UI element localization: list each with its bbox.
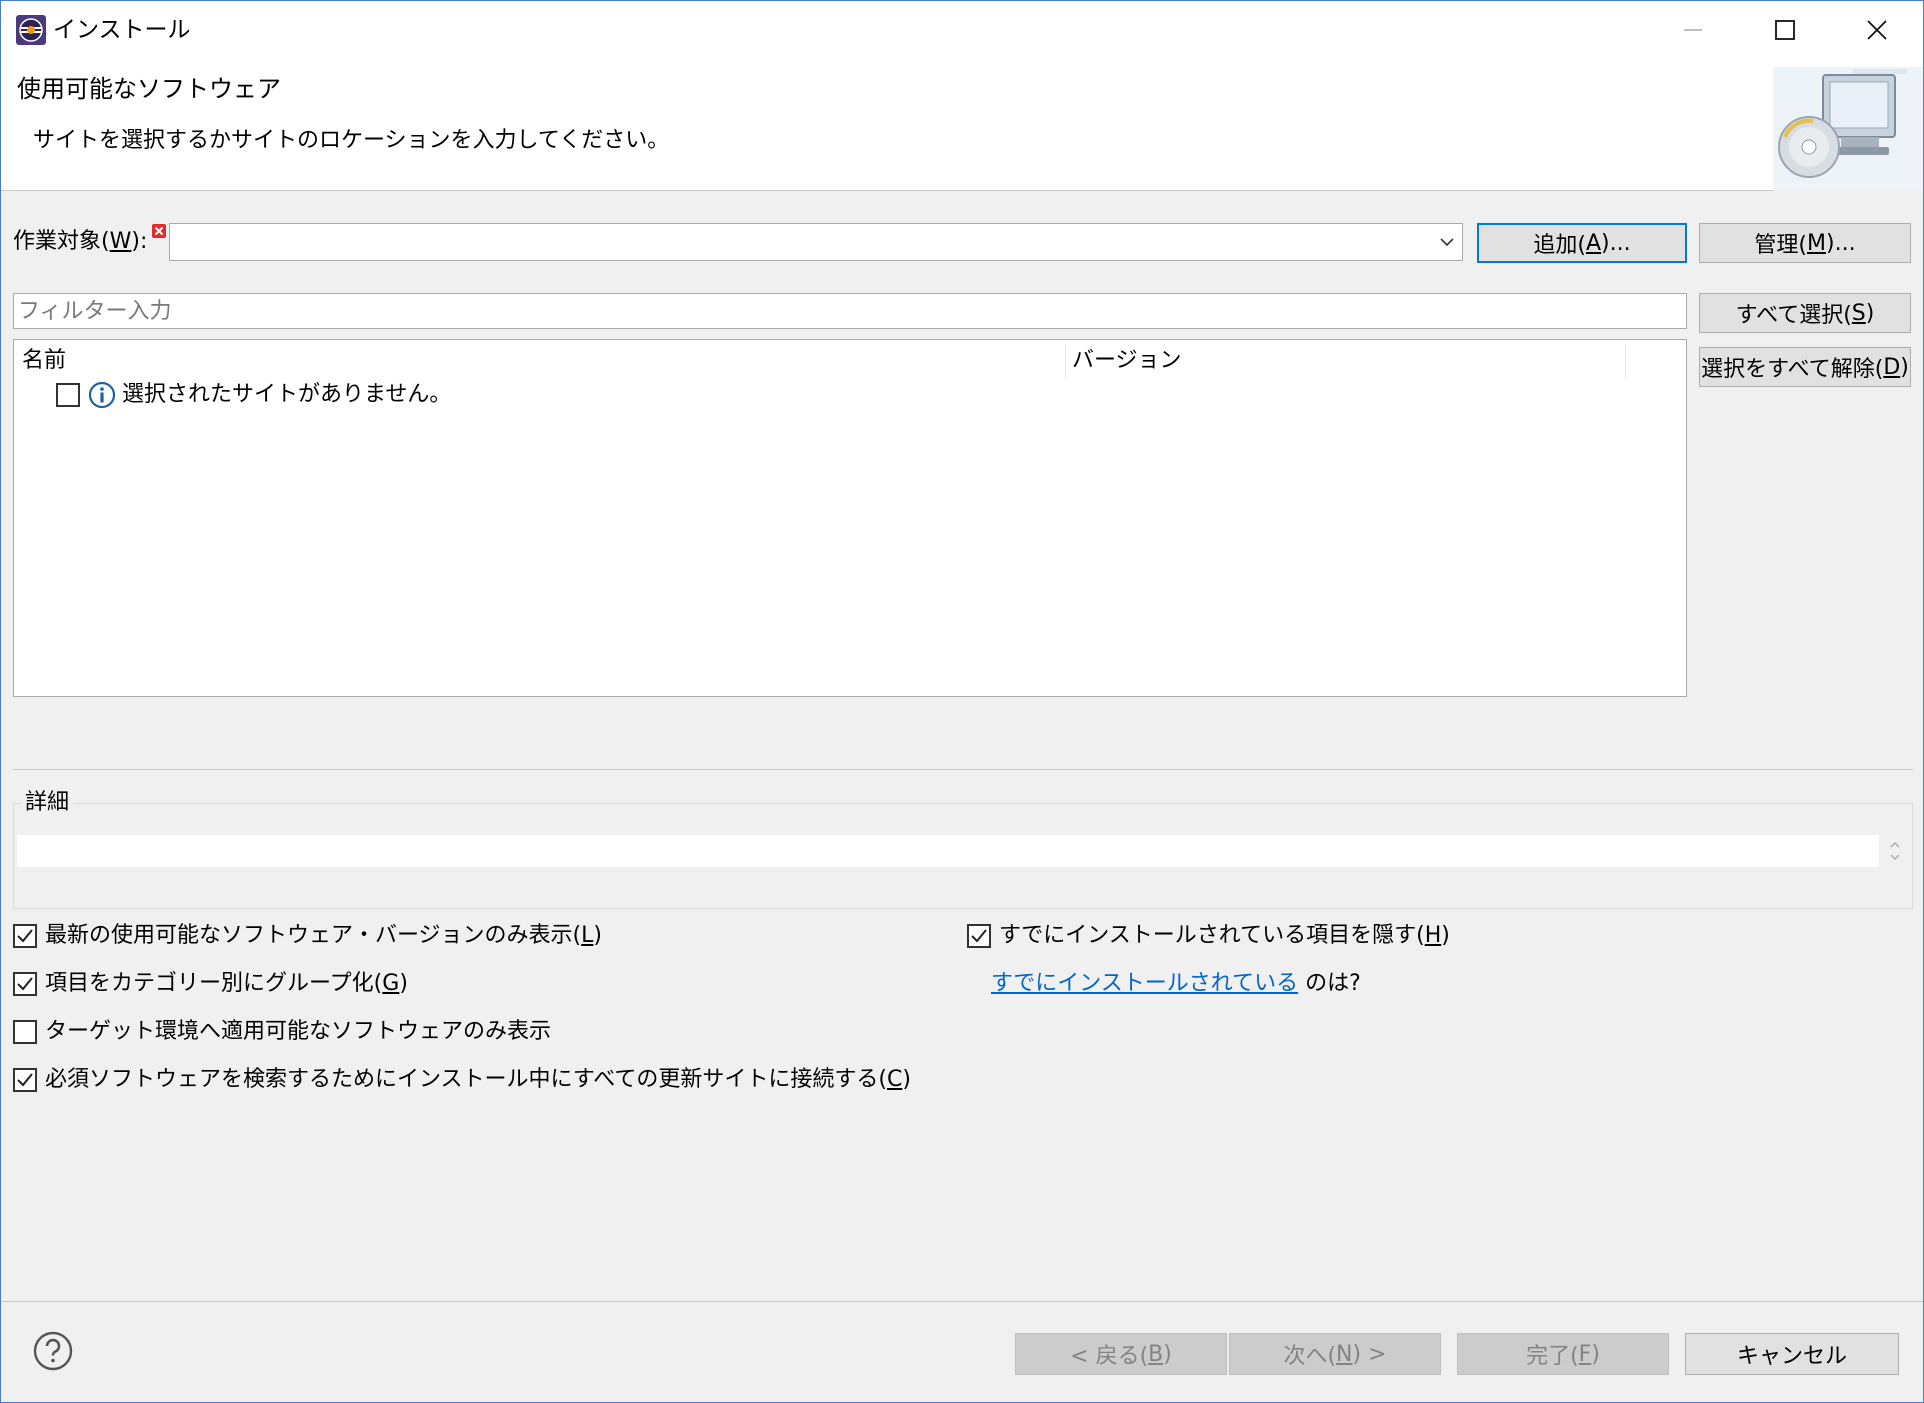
details-scrollbar[interactable] [1885,835,1905,867]
work-with-label: 作業対象(W): [13,229,148,254]
option-label: すでにインストールされている項目を隠す(H) [999,923,1450,948]
minimize-button[interactable] [1647,1,1739,59]
details-text[interactable] [17,835,1879,867]
install-dialog: インストール 使用可能なソフトウェア サイトを選択するかサイトのロケーションを入… [0,0,1924,1403]
column-separator[interactable] [1625,344,1626,378]
maximize-icon [1775,20,1795,40]
title-bar: インストール [1,1,1923,59]
column-separator[interactable] [1065,344,1066,378]
tree-row[interactable]: 選択されたサイトがありません。 [14,378,1674,412]
add-site-button[interactable]: 追加(A)... [1477,223,1687,263]
finish-button[interactable]: 完了(F) [1457,1333,1669,1375]
info-icon [88,381,116,409]
already-installed-tail: のは? [1305,971,1361,996]
close-button[interactable] [1831,1,1923,59]
window-title: インストール [53,17,191,43]
page-description: サイトを選択するかサイトのロケーションを入力してください。 [33,128,670,153]
deselect-all-button[interactable]: 選択をすべて解除(D) [1699,347,1911,387]
page-title: 使用可能なソフトウェア [17,75,281,103]
option-label: 最新の使用可能なソフトウェア・バージョンのみ表示(L) [45,923,603,948]
manage-sites-button[interactable]: 管理(M)... [1699,223,1911,263]
back-button[interactable]: < 戻る(B) [1015,1333,1227,1375]
maximize-button[interactable] [1739,1,1831,59]
install-cd-monitor-icon [1773,67,1923,191]
row-label: 選択されたサイトがありません。 [122,382,452,407]
details-label: 詳細 [21,788,74,818]
close-icon [1867,20,1887,40]
separator [13,769,1913,770]
dialog-header: 使用可能なソフトウェア サイトを選択するかサイトのロケーションを入力してください… [1,59,1923,191]
minimize-icon [1684,29,1702,31]
row-checkbox[interactable] [56,383,80,407]
select-all-button[interactable]: すべて選択(S) [1699,293,1911,333]
column-header-name[interactable]: 名前 [22,346,66,376]
checkbox-hide-installed[interactable] [967,924,991,948]
chevron-down-icon[interactable] [1438,233,1456,251]
checkbox-group-by-category[interactable] [13,972,37,996]
filter-input[interactable] [14,294,1686,328]
next-button[interactable]: 次へ(N) > [1229,1333,1441,1375]
option-label: ターゲット環境へ適用可能なソフトウェアのみ表示 [45,1019,552,1044]
footer-separator [1,1301,1923,1302]
error-x-icon [152,223,166,238]
option-label: 必須ソフトウェアを検索するためにインストール中にすべての更新サイトに接続する(C… [45,1067,911,1092]
filter-input-box[interactable] [13,293,1687,329]
software-tree[interactable]: 名前 バージョン 選択されたサイトがありません。 [13,339,1687,697]
option-label: 項目をカテゴリー別にグループ化(G) [45,971,408,996]
column-header-version[interactable]: バージョン [1072,346,1182,376]
help-question-icon[interactable] [33,1331,73,1371]
checkbox-target-environment[interactable] [13,1020,37,1044]
eclipse-app-icon [15,14,47,46]
already-installed-row: すでにインストールされている のは? [991,969,1361,999]
checkbox-latest-versions[interactable] [13,924,37,948]
work-with-combo[interactable] [169,223,1463,261]
cancel-button[interactable]: キャンセル [1685,1333,1899,1375]
checkbox-contact-update-sites[interactable] [13,1068,37,1092]
already-installed-link[interactable]: すでにインストールされている [991,971,1298,996]
